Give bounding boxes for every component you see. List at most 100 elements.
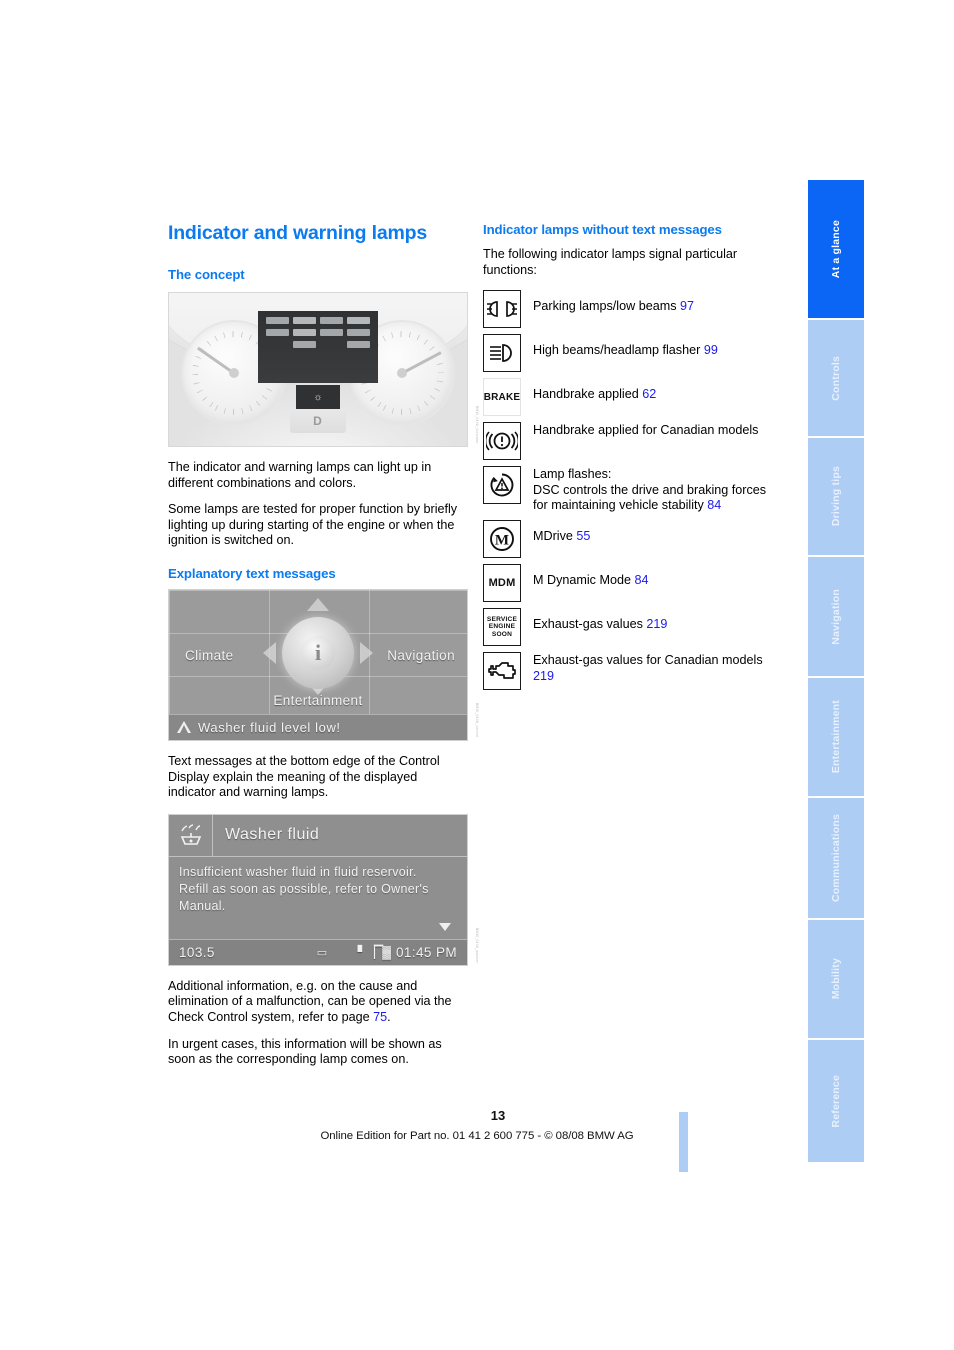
page-number: 13 [490, 1108, 506, 1123]
clock-time: 01:45 PM [396, 944, 457, 960]
page-reference-75[interactable]: 75 [373, 1010, 387, 1024]
lamp-page-ref[interactable]: 84 [707, 498, 721, 512]
sidebar-tab-communications[interactable]: Communications [808, 798, 864, 920]
figure-caption-washer: BMW_0408_washer [475, 927, 479, 963]
lamp-label: High beams/headlamp flasher 99 [533, 334, 783, 359]
parking-lamps-low-beams-icon [483, 290, 521, 329]
figure-caption-idrive: BMW_0408_control [475, 703, 479, 738]
idrive-tile-entertainment: Entertainment [273, 692, 363, 708]
idrive-main-menu: i Climate Navigation Entertainment Washe… [168, 588, 468, 741]
idrive-arrow-right-icon [360, 641, 373, 664]
lamp-label: Handbrake applied for Canadian models [533, 422, 783, 439]
instrument-cluster-figure: ☼ D BMW_0408_indicator [168, 292, 479, 447]
brake-text-icon: BRAKE [483, 378, 521, 417]
sidebar-tab-label: Entertainment [830, 700, 842, 774]
washer-screen-status-bar: 103.5 ▭ ▘▕▔▓ 01:45 PM [169, 938, 467, 965]
page-edge-bar [679, 1112, 688, 1172]
lamp-label-text: High beams/headlamp flasher [533, 343, 701, 358]
info-icon: i [301, 635, 335, 670]
lamp-row: SERVICE ENGINE SOON Exhaust-gas values 219 [483, 607, 783, 646]
sidebar-tab-mobility[interactable]: Mobility [808, 920, 864, 1040]
lamp-label-text: Exhaust-gas values for Canadian models [533, 652, 763, 667]
lamp-row: Exhaust-gas values for Canadian models 2… [483, 651, 783, 690]
service-engine-soon-text: SERVICE ENGINE SOON [486, 615, 518, 638]
lamp-label-text: Handbrake applied [533, 387, 639, 402]
svg-text:M: M [495, 532, 509, 548]
sidebar-tab-reference[interactable]: Reference [808, 1040, 864, 1162]
left-column: Indicator and warning lamps The concept [168, 222, 479, 1068]
lamp-page-ref[interactable]: 219 [533, 669, 554, 683]
idrive-arrow-left-icon [263, 641, 276, 664]
cluster-center-display [258, 311, 378, 383]
sidebar-tab-entertainment[interactable]: Entertainment [808, 678, 864, 798]
sidebar-tab-navigation[interactable]: Navigation [808, 557, 864, 678]
idrive-figure: i Climate Navigation Entertainment Washe… [168, 588, 479, 741]
idrive-tile-climate: Climate [185, 647, 234, 663]
lamp-page-ref[interactable]: 55 [576, 529, 590, 543]
sidebar-tab-driving-tips[interactable]: Driving tips [808, 438, 864, 557]
cluster-lamp-7 [320, 329, 343, 336]
sidebar-tab-label: Communications [830, 814, 842, 902]
footer-text: Online Edition for Part no. 01 41 2 600 … [320, 1130, 634, 1142]
washer-screen-message: Insufficient washer fluid in fluid reser… [179, 864, 429, 913]
lamp-label-text: Lamp flashes: DSC controls the drive and… [533, 467, 767, 513]
lamp-row: M MDrive 55 [483, 519, 783, 558]
cluster-lamp-10 [293, 341, 316, 348]
sidebar-tab-label: Mobility [830, 958, 842, 1000]
idrive-center-orb: i [282, 616, 354, 689]
lamp-page-ref[interactable]: 97 [680, 299, 694, 313]
washer-screen-header: Washer fluid [169, 814, 467, 857]
page-title: Indicator and warning lamps [168, 222, 427, 244]
lamp-label-text: Parking lamps/low beams [533, 299, 677, 314]
washer-fluid-figure: Washer fluid Insufficient washer fluid i… [168, 813, 479, 966]
right-column: Indicator lamps without text messages Th… [483, 222, 783, 696]
lamp-row: Handbrake applied for Canadian models [483, 422, 783, 461]
lamp-page-ref[interactable]: 84 [634, 573, 648, 587]
idrive-status-bar: Washer fluid level low! [169, 713, 467, 740]
lamp-row: High beams/headlamp flasher 99 [483, 334, 783, 373]
sidebar-tab-at-a-glance[interactable]: At a glance [808, 180, 864, 320]
concept-paragraph-2: Some lamps are tested for proper functio… [168, 502, 458, 548]
manual-page: Indicator and warning lamps The concept [0, 0, 954, 1350]
lamp-label: Exhaust-gas values 219 [533, 608, 783, 633]
sidebar-tab-controls[interactable]: Controls [808, 320, 864, 438]
washer-fluid-icon [169, 814, 213, 857]
lamp-page-ref[interactable]: 219 [646, 617, 667, 631]
cluster-lamp-4 [347, 317, 370, 324]
mdm-icon: MDM [483, 563, 521, 602]
lamp-row: BRAKE Handbrake applied 62 [483, 378, 783, 417]
page-number-area: 13 [0, 1108, 954, 1123]
section-heading-concept: The concept [168, 267, 245, 282]
lamp-page-ref[interactable]: 62 [642, 387, 656, 401]
lamp-label: Parking lamps/low beams 97 [533, 290, 783, 315]
lamp-label: Exhaust-gas values for Canadian models 2… [533, 652, 783, 684]
high-beams-headlamp-flasher-icon [483, 334, 521, 373]
service-engine-soon-icon: SERVICE ENGINE SOON [483, 607, 521, 646]
mdrive-icon: M [483, 519, 521, 558]
cluster-lamp-8 [347, 329, 370, 336]
idrive-status-message: Washer fluid level low! [198, 719, 341, 735]
cluster-lamp-6 [293, 329, 316, 336]
handbrake-canadian-icon [483, 422, 521, 461]
cluster-gear-indicator: D [290, 409, 346, 433]
signal-bars-icon: ▘▕▔▓ [357, 945, 391, 960]
cluster-lamp-12 [347, 341, 370, 348]
footer: Online Edition for Part no. 01 41 2 600 … [0, 1130, 954, 1142]
scroll-down-icon[interactable] [439, 922, 451, 931]
cluster-lamp-2 [293, 317, 316, 324]
lamp-row: Parking lamps/low beams 97 [483, 290, 783, 329]
instrument-cluster-photo: ☼ D [168, 292, 468, 447]
cluster-lamp-1 [266, 317, 289, 324]
idrive-paragraph: Text messages at the bottom edge of the … [168, 753, 440, 800]
lamp-page-ref[interactable]: 99 [704, 343, 718, 357]
cluster-warning-lamp-grid [266, 317, 370, 348]
brake-icon-text: BRAKE [483, 391, 521, 403]
sidebar-tab-label: Navigation [830, 588, 842, 645]
section-heading-lamps-without-text: Indicator lamps without text messages [483, 222, 722, 237]
sidebar-tab-label: Driving tips [830, 466, 842, 527]
lamp-label: Handbrake applied 62 [533, 378, 783, 403]
concept-paragraph-1: The indicator and warning lamps can ligh… [168, 460, 432, 490]
chapter-tab-sidebar: At a glance Controls Driving tips Naviga… [808, 180, 864, 1162]
idrive-arrow-up-icon [307, 597, 329, 611]
sidebar-tab-label: Controls [830, 355, 842, 401]
